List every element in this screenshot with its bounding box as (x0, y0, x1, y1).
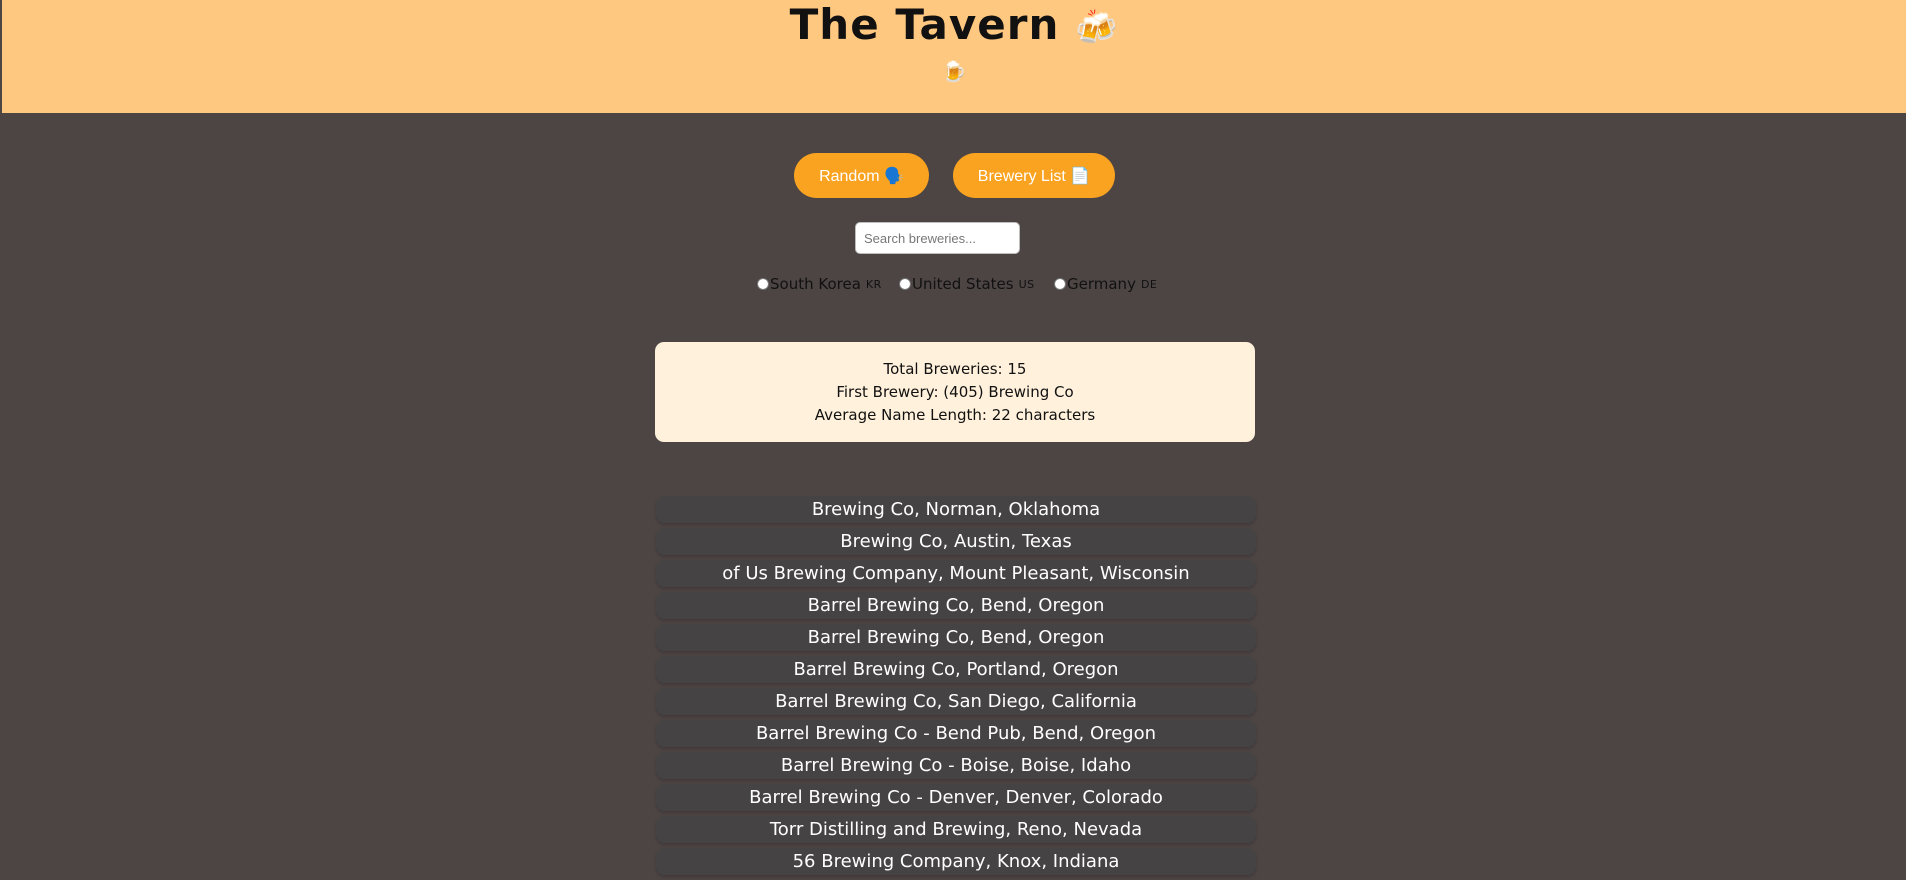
total-breweries-stat: Total Breweries: 15 (883, 360, 1027, 378)
brewery-list: Brewing Co, Norman, Oklahoma Brewing Co,… (656, 496, 1256, 880)
radio-button[interactable] (757, 278, 769, 290)
country-option-germany[interactable]: Germany DE (1054, 273, 1157, 295)
brewery-list-item[interactable]: Barrel Brewing Co - Denver, Denver, Colo… (656, 784, 1256, 811)
brewery-list-item[interactable]: Barrel Brewing Co, Bend, Oregon (656, 592, 1256, 619)
first-brewery-stat: First Brewery: (405) Brewing Co (836, 383, 1074, 401)
brewery-list-item[interactable]: Torr Distilling and Brewing, Reno, Nevad… (656, 816, 1256, 843)
average-name-length-stat: Average Name Length: 22 characters (814, 406, 1096, 424)
radio-button[interactable] (1054, 278, 1066, 290)
country-option-south-korea[interactable]: South Korea KR (757, 273, 882, 295)
brewery-list-item[interactable]: Barrel Brewing Co - Boise, Boise, Idaho (656, 752, 1256, 779)
country-label: United States (912, 275, 1014, 293)
beer-mug-icon: 🍺 (941, 59, 967, 83)
flag-de-icon: DE (1140, 277, 1158, 291)
brewery-list-item[interactable]: Brewing Co, Norman, Oklahoma (656, 496, 1256, 523)
brewery-list-button[interactable]: Brewery List 📄 (953, 153, 1115, 198)
brewery-list-item[interactable]: Brewing Co, Austin, Texas (656, 528, 1256, 555)
country-label: South Korea (770, 275, 861, 293)
page-title-text: The Tavern (789, 0, 1060, 49)
search-input[interactable] (855, 222, 1020, 254)
brewery-list-item[interactable]: of Us Brewing Company, Mount Pleasant, W… (656, 560, 1256, 587)
country-filter: South Korea KR United States US Germany … (0, 273, 1906, 295)
flag-kr-icon: KR (865, 277, 882, 291)
brewery-list-item[interactable]: Barrel Brewing Co - Bend Pub, Bend, Oreg… (656, 720, 1256, 747)
country-label: Germany (1067, 275, 1136, 293)
country-option-united-states[interactable]: United States US (899, 273, 1035, 295)
flag-us-icon: US (1018, 277, 1035, 291)
brewery-list-item[interactable]: 56 Brewing Company, Knox, Indiana (656, 848, 1256, 875)
page-title: The Tavern 🍻 (2, 0, 1906, 53)
header-bar: The Tavern 🍻 🍺 (2, 0, 1906, 113)
random-button[interactable]: Random 🗣️ (794, 153, 929, 198)
brewery-list-item[interactable]: Barrel Brewing Co, Portland, Oregon (656, 656, 1256, 683)
beer-mugs-icon: 🍻 (1075, 8, 1119, 48)
brewery-list-item[interactable]: Barrel Brewing Co, San Diego, California (656, 688, 1256, 715)
brewery-list-item[interactable]: Barrel Brewing Co, Bend, Oregon (656, 624, 1256, 651)
stats-card: Total Breweries: 15 First Brewery: (405)… (655, 342, 1255, 442)
radio-button[interactable] (899, 278, 911, 290)
